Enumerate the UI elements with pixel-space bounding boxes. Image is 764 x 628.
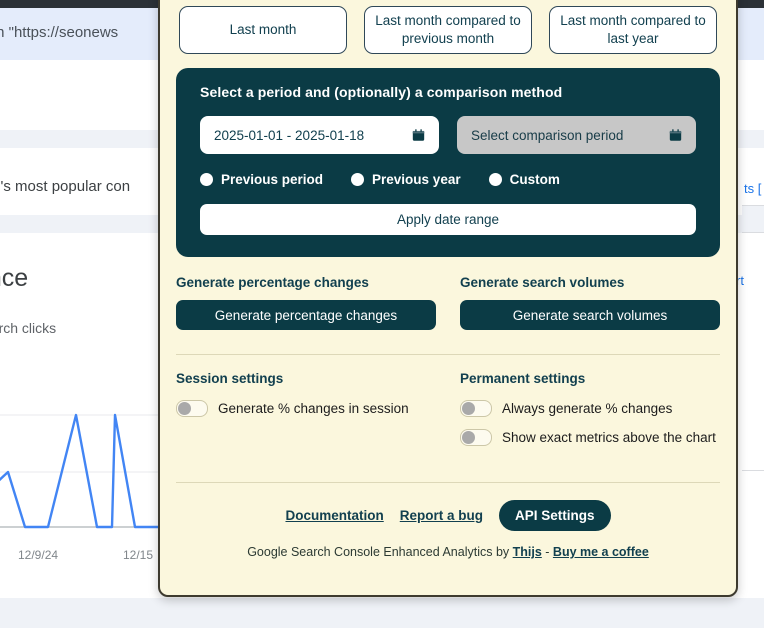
period-card-title: Select a period and (optionally) a compa… xyxy=(200,84,563,100)
credit-line: Google Search Console Enhanced Analytics… xyxy=(176,545,720,559)
toggle-knob xyxy=(178,402,191,415)
chart-xlabel-1: 12/9/24 xyxy=(18,548,59,562)
radio-previous-year[interactable]: Previous year xyxy=(351,172,461,187)
date-range-input[interactable]: 2025-01-01 - 2025-01-18 xyxy=(200,116,439,154)
radio-circle-icon xyxy=(488,173,502,186)
toggle-switch-icon xyxy=(460,400,492,417)
toggle-label: Show exact metrics above the chart xyxy=(502,430,716,445)
toggle-generate-changes-in-session[interactable]: Generate % changes in session xyxy=(176,400,436,417)
performance-heading: ance xyxy=(0,264,29,292)
credit-separator: - xyxy=(541,545,553,559)
permanent-settings-group: Permanent settings Always generate % cha… xyxy=(460,371,720,458)
toggle-label: Always generate % changes xyxy=(502,401,673,416)
right-link-top[interactable]: ts [ xyxy=(744,181,761,196)
apply-date-range-button[interactable]: Apply date range xyxy=(200,204,696,235)
comparison-method-radio-group: Previous period Previous year Custom xyxy=(200,172,696,187)
performance-subtitle: search clicks xyxy=(0,320,57,336)
generate-percentage-group: Generate percentage changes Generate per… xyxy=(176,275,436,330)
settings-section: Session settings Generate % changes in s… xyxy=(176,371,720,458)
calendar-icon xyxy=(669,129,682,141)
extension-panel: Last month Last month compared to previo… xyxy=(158,0,738,597)
radio-label: Previous year xyxy=(372,172,461,187)
toggle-knob xyxy=(462,431,475,444)
preset-last-month-vs-last-year[interactable]: Last month compared to last year xyxy=(549,6,717,54)
preset-button-row: Last month Last month compared to previo… xyxy=(176,2,720,54)
screen: RL in "https://seonews r site's most pop… xyxy=(0,0,764,628)
preset-last-month-vs-previous-month[interactable]: Last month compared to previous month xyxy=(364,6,532,54)
credit-prefix: Google Search Console Enhanced Analytics… xyxy=(247,545,513,559)
generate-search-volumes-button[interactable]: Generate search volumes xyxy=(460,300,720,330)
report-a-bug-link[interactable]: Report a bug xyxy=(400,508,483,523)
radio-previous-period[interactable]: Previous period xyxy=(200,172,323,187)
generate-volumes-heading: Generate search volumes xyxy=(460,275,625,290)
divider-footer xyxy=(176,482,720,483)
generate-percentage-heading: Generate percentage changes xyxy=(176,275,369,290)
session-settings-group: Session settings Generate % changes in s… xyxy=(176,371,436,458)
calendar-icon xyxy=(412,129,425,141)
footer-link-row: Documentation Report a bug API Settings xyxy=(176,500,720,531)
toggle-always-generate-changes[interactable]: Always generate % changes xyxy=(460,400,720,417)
toggle-label: Generate % changes in session xyxy=(218,401,409,416)
radio-custom[interactable]: Custom xyxy=(488,172,560,187)
radio-circle-icon xyxy=(351,173,365,186)
permanent-settings-heading: Permanent settings xyxy=(460,371,586,386)
toggle-show-exact-metrics[interactable]: Show exact metrics above the chart xyxy=(460,429,720,446)
radio-circle-icon xyxy=(200,173,213,186)
notice-text: RL in "https://seonews xyxy=(0,24,119,41)
toggle-knob xyxy=(462,402,475,415)
toggle-switch-icon xyxy=(176,400,208,417)
period-selection-card: Select a period and (optionally) a compa… xyxy=(176,68,720,257)
generate-volumes-group: Generate search volumes Generate search … xyxy=(460,275,720,330)
right-divider-3 xyxy=(742,470,764,471)
divider-settings xyxy=(176,354,720,355)
right-divider-2 xyxy=(742,232,764,233)
chart-xlabel-2: 12/15 xyxy=(123,548,154,562)
preset-last-month[interactable]: Last month xyxy=(179,6,347,54)
page-footer-strip xyxy=(0,598,764,628)
right-divider-1 xyxy=(742,205,764,206)
radio-label: Custom xyxy=(509,172,560,187)
api-settings-button[interactable]: API Settings xyxy=(499,500,611,531)
popular-content-text: r site's most popular con xyxy=(0,178,131,195)
right-band xyxy=(742,206,764,232)
generate-section: Generate percentage changes Generate per… xyxy=(176,275,720,330)
session-settings-heading: Session settings xyxy=(176,371,284,386)
radio-label: Previous period xyxy=(221,172,324,187)
date-field-row: 2025-01-01 - 2025-01-18 Select compariso… xyxy=(200,116,696,154)
comparison-period-value: Select comparison period xyxy=(471,127,624,143)
buy-me-a-coffee-link[interactable]: Buy me a coffee xyxy=(553,545,649,559)
documentation-link[interactable]: Documentation xyxy=(285,508,383,523)
toggle-switch-icon xyxy=(460,429,492,446)
date-range-value: 2025-01-01 - 2025-01-18 xyxy=(214,127,365,143)
comparison-period-input[interactable]: Select comparison period xyxy=(457,116,696,154)
generate-percentage-changes-button[interactable]: Generate percentage changes xyxy=(176,300,436,330)
author-link[interactable]: Thijs xyxy=(513,545,542,559)
